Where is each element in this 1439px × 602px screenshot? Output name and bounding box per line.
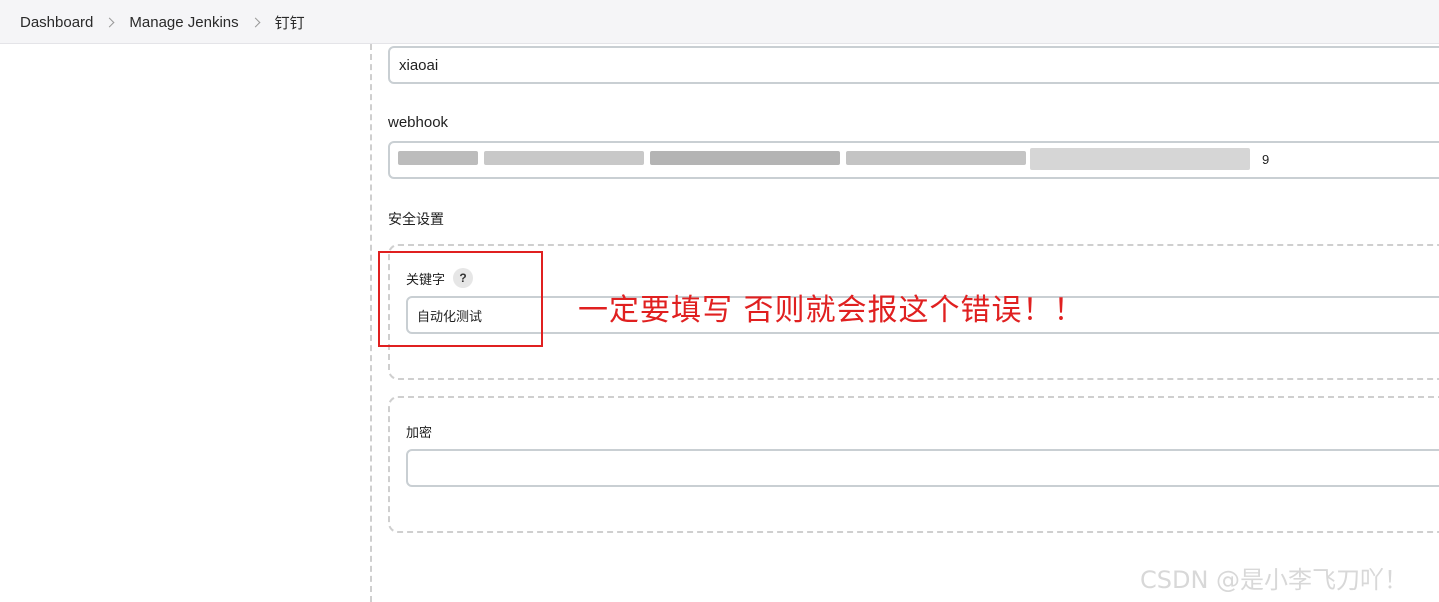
name-input[interactable]: xiaoai: [388, 46, 1439, 84]
breadcrumb-dingtalk[interactable]: 钉钉: [275, 12, 305, 33]
encrypt-label: 加密: [406, 425, 433, 440]
name-input-value: xiaoai: [399, 56, 439, 74]
redacted-text: [484, 151, 644, 165]
breadcrumb-manage-jenkins[interactable]: Manage Jenkins: [129, 14, 238, 31]
redacted-text: [398, 151, 478, 165]
encrypt-input[interactable]: [406, 449, 1439, 487]
watermark: CSDN @是小李飞刀吖！: [1140, 566, 1409, 594]
breadcrumb: Dashboard Manage Jenkins 钉钉: [20, 0, 305, 44]
webhook-label: webhook: [388, 114, 449, 131]
chevron-right-icon: [104, 17, 115, 27]
breadcrumb-dashboard[interactable]: Dashboard: [20, 14, 93, 31]
redacted-text: [1030, 148, 1250, 170]
redacted-text: [650, 151, 840, 165]
chevron-right-icon: [250, 17, 261, 27]
section-divider: [370, 44, 372, 602]
security-section-label: 安全设置: [388, 211, 444, 227]
annotation-text: 一定要填写 否则就会报这个错误！！: [578, 293, 1085, 328]
highlight-box: [378, 251, 543, 347]
top-bar: Dashboard Manage Jenkins 钉钉: [0, 0, 1439, 44]
redacted-text: [846, 151, 1026, 165]
webhook-value-tail: 9: [1262, 152, 1270, 167]
